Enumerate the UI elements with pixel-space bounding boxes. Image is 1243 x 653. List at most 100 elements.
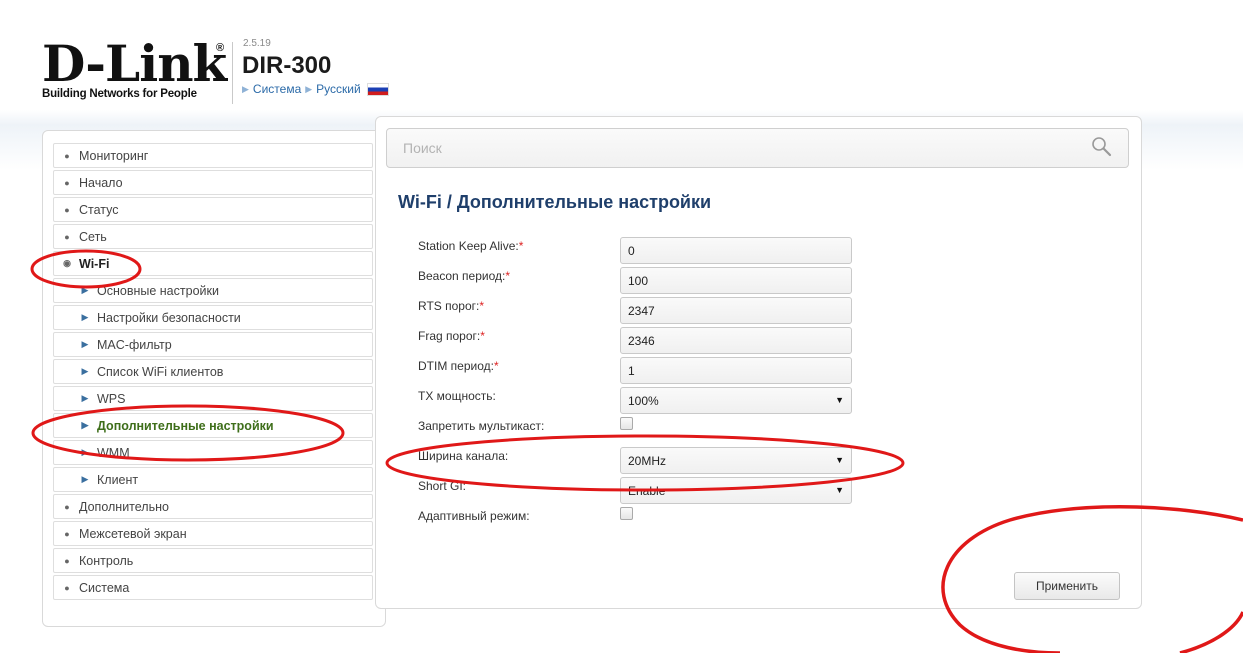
sidebar-subitem-client[interactable]: ▶ Клиент <box>53 467 373 492</box>
field-label: Short GI: <box>418 479 467 493</box>
form-row-frag: Frag порог:* 2346 <box>418 327 858 357</box>
channel-width-select[interactable]: 20MHz ▼ <box>620 447 852 474</box>
required-mark: * <box>479 299 485 313</box>
sidebar-item-label: MAC-фильтр <box>97 337 172 352</box>
sidebar-item-network[interactable]: ● Сеть <box>53 224 373 249</box>
required-mark: * <box>505 269 510 283</box>
russian-flag-icon[interactable] <box>366 82 389 96</box>
sidebar-item-label: Дополнительно <box>79 499 169 514</box>
frag-threshold-input[interactable]: 2346 <box>620 327 852 354</box>
sidebar-item-system[interactable]: ● Система <box>53 575 373 600</box>
device-model: DIR-300 <box>242 52 332 79</box>
chevron-right-icon: ▶ <box>81 339 89 349</box>
sidebar-item-label: Статус <box>79 202 119 217</box>
sidebar-item-label: Настройки безопасности <box>97 310 241 325</box>
chevron-right-icon: ▶ <box>81 312 89 322</box>
station-keep-alive-input[interactable]: 0 <box>620 237 852 264</box>
adaptive-mode-checkbox[interactable] <box>620 507 633 520</box>
select-value: 100% <box>628 393 659 408</box>
sidebar-item-label: Система <box>79 580 130 595</box>
field-label: Frag порог:* <box>418 329 485 343</box>
field-label: Ширина канала: <box>418 449 509 463</box>
search-box <box>386 128 1129 168</box>
sidebar-subitem-advanced-settings[interactable]: ▶ Дополнительные настройки <box>53 413 373 438</box>
sidebar-item-advanced[interactable]: ● Дополнительно <box>53 494 373 519</box>
form-row-adaptive: Адаптивный режим: <box>418 507 858 537</box>
circle-chevron-down-icon: ◉ <box>63 258 71 268</box>
field-label: Station Keep Alive:* <box>418 239 524 253</box>
search-icon[interactable] <box>1090 135 1114 159</box>
system-link[interactable]: Система <box>253 82 301 96</box>
sidebar-item-control[interactable]: ● Контроль <box>53 548 373 573</box>
sidebar-item-label: Дополнительные настройки <box>97 418 274 433</box>
disable-multicast-checkbox[interactable] <box>620 417 633 430</box>
form-row-multicast: Запретить мультикаст: <box>418 417 858 447</box>
main-panel: Wi-Fi / Дополнительные настройки Station… <box>375 116 1142 609</box>
short-gi-select[interactable]: Enable ▼ <box>620 477 852 504</box>
sidebar-item-monitoring[interactable]: ● Мониторинг <box>53 143 373 168</box>
field-label: RTS порог:* <box>418 299 485 313</box>
sidebar-item-status[interactable]: ● Статус <box>53 197 373 222</box>
form-row-beacon: Beacon период:* 100 <box>418 267 858 297</box>
field-label: DTIM период:* <box>418 359 499 373</box>
caret-down-icon: ▼ <box>835 395 844 405</box>
sidebar-item-label: Мониторинг <box>79 148 149 163</box>
field-label: Адаптивный режим: <box>418 509 530 523</box>
sidebar-subitem-wifi-clients[interactable]: ▶ Список WiFi клиентов <box>53 359 373 384</box>
circle-arrow-icon: ● <box>64 528 70 539</box>
language-link[interactable]: Русский <box>316 82 361 96</box>
circle-arrow-icon: ● <box>64 582 70 593</box>
required-mark: * <box>493 359 499 373</box>
caret-down-icon: ▼ <box>835 485 844 495</box>
triangle-right-icon: ▶ <box>242 83 249 94</box>
circle-arrow-icon: ● <box>64 231 70 242</box>
sidebar-item-label: Сеть <box>79 229 107 244</box>
triangle-right-icon: ▶ <box>305 83 313 94</box>
form-row-dtim: DTIM период:* 1 <box>418 357 858 387</box>
sidebar-item-label: WPS <box>97 391 126 406</box>
field-label: Запретить мультикаст: <box>418 419 545 433</box>
chevron-right-icon: ▶ <box>81 393 89 403</box>
apply-button[interactable]: Применить <box>1014 572 1120 600</box>
settings-form: Station Keep Alive:* 0 Beacon период:* 1… <box>418 237 858 537</box>
sidebar-menu: ● Мониторинг ● Начало ● Статус ● Сеть ◉ Wi-Fi… <box>53 143 373 602</box>
field-label: Beacon период:* <box>418 269 510 283</box>
circle-arrow-icon: ● <box>64 204 70 215</box>
rts-threshold-input[interactable]: 2347 <box>620 297 852 324</box>
sidebar-subitem-mac-filter[interactable]: ▶ MAC-фильтр <box>53 332 373 357</box>
form-row-channel-width: Ширина канала: 20MHz ▼ <box>418 447 858 477</box>
sidebar-subitem-security-settings[interactable]: ▶ Настройки безопасности <box>53 305 373 330</box>
select-value: 20MHz <box>628 453 667 468</box>
sidebar-item-start[interactable]: ● Начало <box>53 170 373 195</box>
sidebar-item-label: Межсетевой экран <box>79 526 187 541</box>
circle-arrow-icon: ● <box>64 501 70 512</box>
circle-arrow-icon: ● <box>64 177 70 188</box>
caret-down-icon: ▼ <box>835 455 844 465</box>
page-title: Wi-Fi / Дополнительные настройки <box>398 192 712 212</box>
sidebar: ● Мониторинг ● Начало ● Статус ● Сеть ◉ Wi-Fi… <box>42 130 386 627</box>
beacon-period-input[interactable]: 100 <box>620 267 852 294</box>
select-value: Enable <box>628 483 666 498</box>
sidebar-subitem-basic-settings[interactable]: ▶ Основные настройки <box>53 278 373 303</box>
field-label: TX мощность: <box>418 389 496 403</box>
form-row-station-keep-alive: Station Keep Alive:* 0 <box>418 237 858 267</box>
sidebar-subitem-wmm[interactable]: ▶ WMM <box>53 440 373 465</box>
sidebar-item-firewall[interactable]: ● Межсетевой экран <box>53 521 373 546</box>
chevron-right-icon: ▶ <box>81 474 89 484</box>
sidebar-item-label: Wi-Fi <box>79 256 110 271</box>
firmware-version: 2.5.19 <box>243 38 271 49</box>
sidebar-subitem-wps[interactable]: ▶ WPS <box>53 386 373 411</box>
header-divider <box>232 42 233 104</box>
dtim-period-input[interactable]: 1 <box>620 357 852 384</box>
dlink-logo: D-Link ® Building Networks for People <box>42 34 227 101</box>
sidebar-item-label: Клиент <box>97 472 139 487</box>
chevron-right-icon: ▶ <box>81 447 89 457</box>
form-row-tx-power: TX мощность: 100% ▼ <box>418 387 858 417</box>
sidebar-item-wifi[interactable]: ◉ Wi-Fi <box>53 251 373 276</box>
header-links: ▶ Система ▶ Русский <box>242 82 389 96</box>
tx-power-select[interactable]: 100% ▼ <box>620 387 852 414</box>
logo-wordmark: D-Link <box>42 34 227 93</box>
circle-arrow-icon: ● <box>64 555 70 566</box>
search-input[interactable] <box>401 139 1045 157</box>
circle-arrow-icon: ● <box>64 150 70 161</box>
